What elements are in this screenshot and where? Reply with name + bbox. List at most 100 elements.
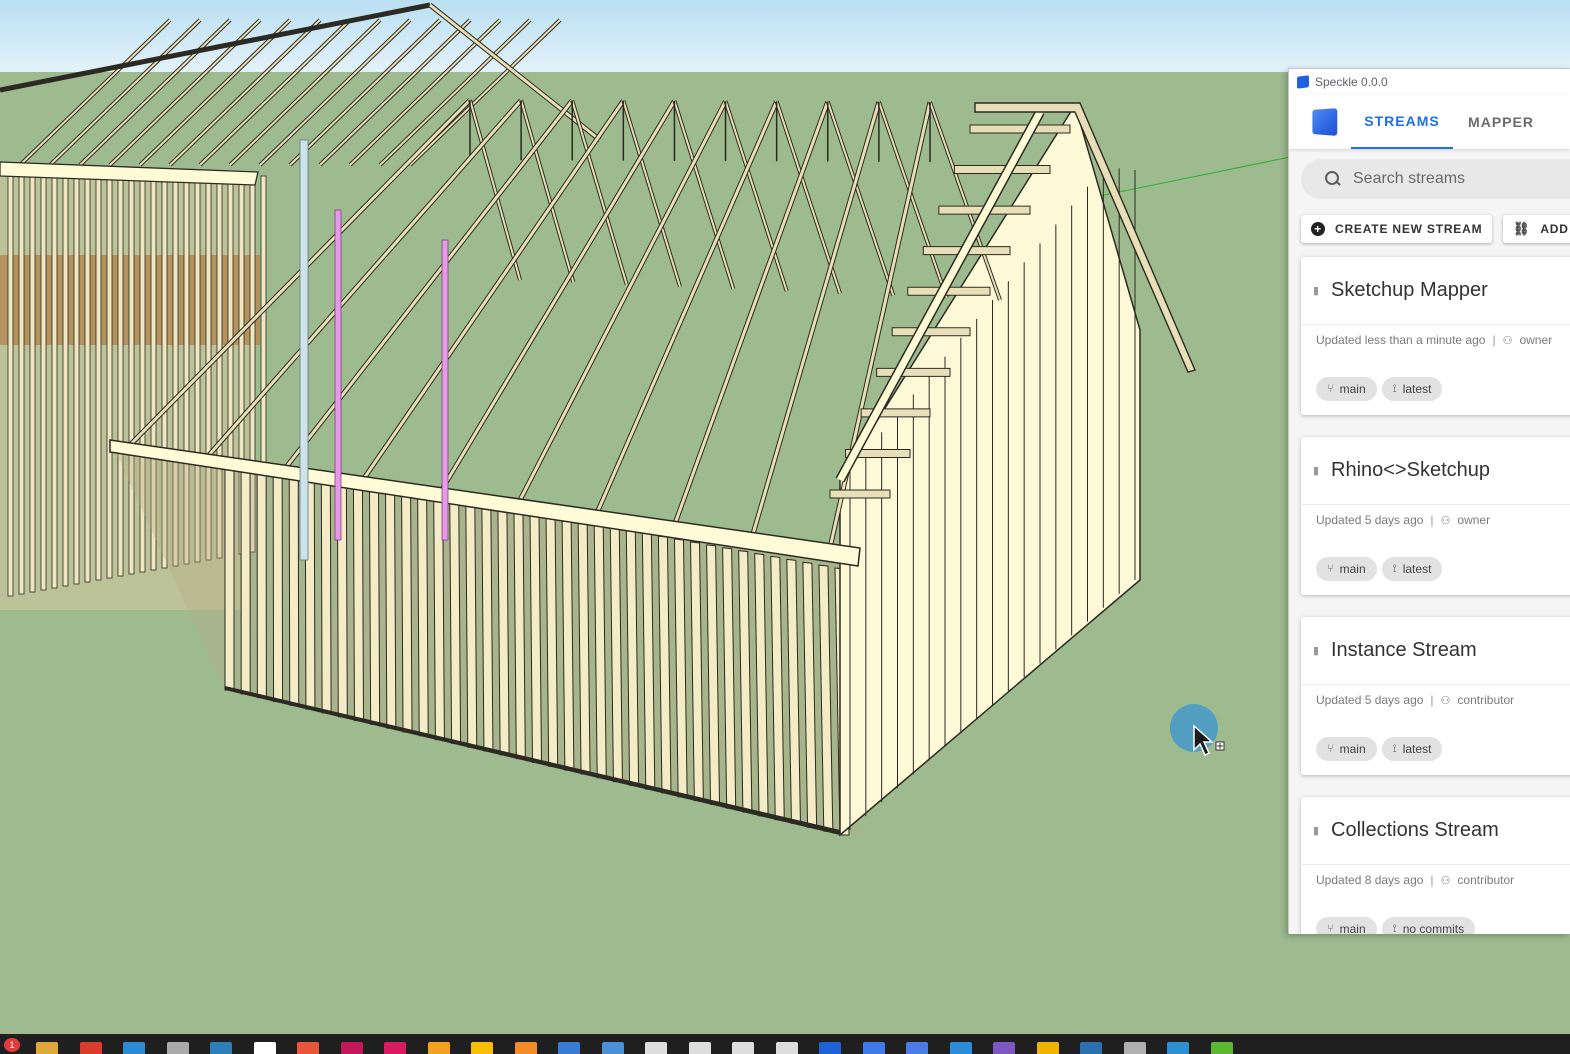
commit-icon: ⟟ <box>1392 922 1397 935</box>
meta-divider: | <box>1430 693 1434 707</box>
branch-chip[interactable]: ⑂ main <box>1316 917 1377 934</box>
wall-stud <box>272 466 284 702</box>
stream-name: Collections Stream <box>1331 819 1499 841</box>
taskbar-app-icon[interactable] <box>688 1042 711 1054</box>
role-icon: ⚇ <box>1440 514 1451 527</box>
meta-divider: | <box>1492 333 1496 347</box>
search-placeholder: Search streams <box>1353 170 1466 187</box>
commit-icon: ⟟ <box>1392 382 1397 395</box>
wall-stud <box>240 460 251 695</box>
taskbar-app-icon[interactable] <box>427 1042 450 1054</box>
taskbar-app-icon[interactable] <box>906 1042 928 1054</box>
taskbar-app-icon[interactable] <box>601 1042 624 1054</box>
taskbar-app-icon[interactable] <box>79 1042 102 1054</box>
add-stream-button[interactable]: ⛓ ADD <box>1503 215 1570 243</box>
stream-updated: Updated 5 days ago <box>1316 693 1424 707</box>
stream-updated: Updated 5 days ago <box>1316 513 1424 527</box>
wall-stud <box>497 506 510 756</box>
wall-stud <box>417 492 429 737</box>
wall-stud <box>288 469 300 706</box>
taskbar-app-icon[interactable] <box>558 1042 580 1054</box>
branch-label: main <box>1339 562 1366 576</box>
ladder-rung <box>829 489 891 499</box>
wall-stud <box>62 175 69 587</box>
taskbar-app-icon[interactable] <box>36 1042 58 1054</box>
create-new-stream-button[interactable]: + CREATE NEW STREAM <box>1301 215 1493 243</box>
branch-chip[interactable]: ⑂ main <box>1316 737 1377 761</box>
window-title: Speckle 0.0.0 <box>1315 75 1388 89</box>
tab-mapper[interactable]: MAPPER <box>1459 95 1543 149</box>
wall-stud <box>117 175 124 577</box>
pin-icon[interactable]: ▮ <box>1301 284 1331 297</box>
taskbar-app-icon[interactable] <box>123 1042 145 1054</box>
wall-stud <box>128 175 135 575</box>
commit-chip[interactable]: ⟟ latest <box>1381 377 1443 401</box>
tab-streams[interactable]: STREAMS <box>1351 95 1453 149</box>
pin-icon[interactable]: ▮ <box>1301 464 1331 477</box>
panel-header: STREAMS MAPPER <box>1289 95 1570 149</box>
stream-name: Sketchup Mapper <box>1331 279 1488 301</box>
stream-role: contributor <box>1457 873 1515 887</box>
taskbar-app-icon[interactable] <box>471 1042 493 1054</box>
taskbar-app-icon[interactable] <box>775 1042 798 1054</box>
wall-stud <box>29 175 36 593</box>
taskbar-app-icon[interactable] <box>166 1042 189 1054</box>
stream-card[interactable]: ▮ Sketchup Mapper Updated less than a min… <box>1301 257 1570 415</box>
commit-chip[interactable]: ⟟ no commits <box>1381 917 1476 935</box>
wall-stud <box>51 175 58 589</box>
stream-updated: Updated less than a minute ago <box>1316 333 1486 347</box>
taskbar-app-icon[interactable] <box>993 1042 1015 1054</box>
branch-icon: ⑂ <box>1327 563 1334 575</box>
wall-stud <box>224 457 235 691</box>
wall-stud <box>401 489 413 733</box>
stream-name: Instance Stream <box>1331 639 1477 661</box>
taskbar-app-icon[interactable] <box>1080 1042 1102 1054</box>
wall-stud <box>256 463 267 699</box>
create-new-stream-label: CREATE NEW STREAM <box>1335 222 1483 236</box>
notification-badge[interactable]: 1 <box>4 1038 20 1052</box>
role-icon: ⚇ <box>1440 694 1451 707</box>
pin-icon[interactable]: ▮ <box>1301 824 1331 837</box>
stream-card[interactable]: ▮ Collections Stream Updated 8 days ago | ⚇… <box>1301 797 1570 934</box>
wall-stud <box>449 497 462 744</box>
speckle-logo-icon <box>1297 75 1309 89</box>
stream-role: owner <box>1457 513 1491 527</box>
taskbar-app-icon[interactable] <box>514 1042 537 1054</box>
search-input[interactable]: Search streams <box>1301 159 1570 199</box>
branch-icon: ⑂ <box>1327 743 1334 755</box>
panel-titlebar: Speckle 0.0.0 <box>1289 69 1570 95</box>
taskbar-app-icon[interactable] <box>949 1042 972 1054</box>
role-icon: ⚇ <box>1440 874 1451 887</box>
stream-updated: Updated 8 days ago <box>1316 873 1424 887</box>
commit-chip[interactable]: ⟟ latest <box>1381 557 1443 581</box>
taskbar-app-icon[interactable] <box>819 1042 841 1054</box>
branch-chip[interactable]: ⑂ main <box>1316 557 1377 581</box>
taskbar-app-icon[interactable] <box>340 1042 363 1054</box>
wall-stud <box>106 175 113 579</box>
taskbar-app-icon[interactable] <box>297 1042 319 1054</box>
taskbar-app-icon[interactable] <box>645 1042 667 1054</box>
taskbar-app-icon[interactable] <box>1036 1042 1059 1054</box>
commit-chip[interactable]: ⟟ latest <box>1381 737 1443 761</box>
pin-icon[interactable]: ▮ <box>1301 644 1331 657</box>
taskbar-app-icon[interactable] <box>732 1042 754 1054</box>
stream-card[interactable]: ▮ Instance Stream Updated 5 days ago | ⚇ con… <box>1301 617 1570 775</box>
branch-icon: ⑂ <box>1327 383 1334 395</box>
taskbar-app-icon[interactable] <box>384 1042 406 1054</box>
stream-card[interactable]: ▮ Rhino<>Sketchup Updated 5 days ago | ⚇ own… <box>1301 437 1570 595</box>
wall-stud <box>320 474 332 714</box>
taskbar-app-icon[interactable] <box>1210 1042 1233 1054</box>
meta-divider: | <box>1430 873 1434 887</box>
branch-chip[interactable]: ⑂ main <box>1316 377 1377 401</box>
wall-stud <box>465 500 478 748</box>
commit-label: latest <box>1402 562 1432 576</box>
taskbar-app-icon[interactable] <box>862 1042 885 1054</box>
taskbar-app-icon[interactable] <box>253 1042 276 1054</box>
branch-label: main <box>1339 742 1366 756</box>
taskbar-app-icon[interactable] <box>1167 1042 1189 1054</box>
taskbar-app-icon[interactable] <box>1123 1042 1146 1054</box>
stream-role: owner <box>1519 333 1553 347</box>
cursor-icon <box>1193 724 1225 757</box>
commit-label: no commits <box>1402 922 1465 934</box>
taskbar-app-icon[interactable] <box>210 1042 232 1054</box>
